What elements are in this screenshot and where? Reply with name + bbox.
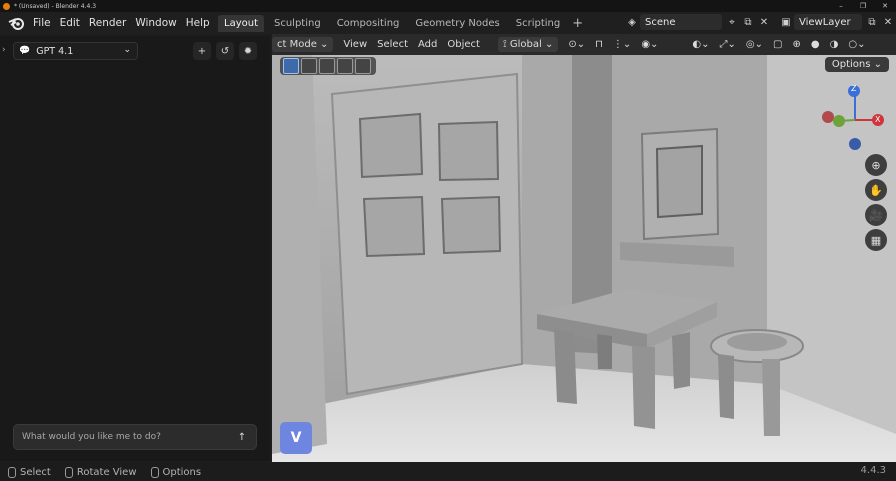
add-workspace-icon[interactable]: + [572, 16, 583, 31]
status-rotate-view: Rotate View [64, 466, 137, 478]
tab-sculpting[interactable]: Sculpting [268, 15, 327, 32]
title-bar: * (Unsaved) - Blender 4.4.3 – ❐ ✕ [0, 0, 896, 12]
chevron-down-icon: ⌄ [123, 45, 131, 55]
box-select-subtract-icon[interactable] [337, 58, 353, 74]
new-scene-icon[interactable]: ⧉ [740, 14, 756, 30]
window-title: * (Unsaved) - Blender 4.4.3 [14, 2, 97, 10]
options-button[interactable]: Options ⌄ [824, 57, 889, 72]
gizmo-x-label: X [875, 115, 881, 124]
right-mouse-icon [150, 466, 159, 478]
tab-layout[interactable]: Layout [218, 15, 264, 32]
menu-window[interactable]: Window [135, 17, 176, 29]
maximize-button[interactable]: ❐ [852, 0, 874, 12]
proportional-edit-icon[interactable]: ◉⌄ [637, 37, 662, 52]
select-tool-icon[interactable] [283, 58, 299, 74]
rendered-shading-icon[interactable]: ○⌄ [844, 37, 869, 52]
workspace-tabs: Layout Sculpting Compositing Geometry No… [218, 15, 583, 32]
view-layer-field[interactable]: ViewLayer [794, 14, 862, 30]
box-select-extend-icon[interactable] [319, 58, 335, 74]
camera-view-icon[interactable]: 🎥 [865, 204, 887, 226]
solid-shading-icon[interactable]: ● [807, 37, 824, 52]
version-label: 4.4.3 [860, 465, 886, 476]
xray-icon[interactable]: ▢ [769, 37, 786, 52]
status-bar: Select Rotate View Options 4.4.3 [0, 463, 896, 481]
delete-scene-icon[interactable]: ✕ [756, 14, 772, 30]
3d-viewport[interactable]: Z X [272, 34, 896, 462]
new-chat-icon[interactable]: + [193, 42, 211, 60]
menu-render[interactable]: Render [89, 17, 126, 29]
scene-type-icon[interactable]: ◈ [624, 14, 640, 30]
prompt-input[interactable]: What would you like me to do? ↑ [13, 424, 257, 450]
scene-name-field[interactable]: Scene [640, 14, 722, 30]
pivot-icon[interactable]: ⊙⌄ [564, 37, 589, 52]
model-label: GPT 4.1 [36, 45, 74, 57]
scene-selector-area: ◈ Scene ⌖ ⧉ ✕ ▣ ViewLayer ⧉ ✕ [624, 13, 896, 31]
gizmo-toggle-icon[interactable]: ⤢⌄ [716, 37, 740, 52]
menu-object[interactable]: Object [443, 37, 484, 52]
selection-mode-tools [280, 57, 376, 75]
left-mouse-icon [8, 466, 16, 478]
new-view-layer-icon[interactable]: ⧉ [864, 14, 880, 30]
box-select-intersect-icon[interactable] [355, 58, 371, 74]
menu-view[interactable]: View [339, 37, 371, 52]
pan-hand-icon[interactable]: ✋ [865, 179, 887, 201]
orientation-dropdown[interactable]: ⟟ Global ⌄ [497, 37, 559, 52]
assistant-panel: › 💬 GPT 4.1 ⌄ + ↺ ✹ What would you like … [0, 36, 270, 461]
perspective-grid-icon[interactable]: ▦ [865, 229, 887, 251]
zoom-icon[interactable]: ⊕ [865, 154, 887, 176]
box-select-new-icon[interactable] [301, 58, 317, 74]
pin-icon[interactable]: ⌖ [724, 14, 740, 30]
blender-logo-icon[interactable] [8, 15, 24, 31]
blender-app-icon [3, 2, 10, 10]
overlay-icon[interactable]: ◎⌄ [742, 37, 767, 52]
menu-edit[interactable]: Edit [60, 17, 80, 29]
wireframe-shading-icon[interactable]: ⊕ [788, 37, 804, 52]
collapse-arrow-icon[interactable]: › [2, 45, 6, 55]
menu-add[interactable]: Add [414, 37, 441, 52]
close-button[interactable]: ✕ [874, 0, 896, 12]
chat-bubble-icon: 💬 [19, 46, 31, 56]
tab-geometry-nodes[interactable]: Geometry Nodes [409, 15, 505, 32]
snap-icon[interactable]: ⊓ [591, 37, 607, 52]
tab-scripting[interactable]: Scripting [510, 15, 566, 32]
prompt-placeholder: What would you like me to do? [22, 432, 161, 442]
assistant-app-logo[interactable]: V [280, 422, 312, 454]
history-icon[interactable]: ↺ [216, 42, 234, 60]
gizmo-z-label: Z [851, 84, 857, 93]
minimize-button[interactable]: – [830, 0, 852, 12]
model-dropdown[interactable]: 💬 GPT 4.1 ⌄ [13, 42, 138, 60]
material-shading-icon[interactable]: ◑ [826, 37, 843, 52]
send-arrow-icon[interactable]: ↑ [234, 429, 250, 445]
mode-dropdown[interactable]: ct Mode ⌄ [272, 37, 334, 52]
status-select: Select [8, 466, 51, 478]
snap-target-icon[interactable]: ⋮⌄ [609, 37, 635, 52]
status-options: Options [150, 466, 201, 478]
view-layer-type-icon[interactable]: ▣ [778, 14, 794, 30]
menu-help[interactable]: Help [186, 17, 210, 29]
menu-file[interactable]: File [33, 17, 51, 29]
scene-render [272, 34, 896, 462]
settings-gear-icon[interactable]: ✹ [239, 42, 257, 60]
view-navigation-buttons: ⊕ ✋ 🎥 ▦ [865, 154, 887, 254]
menu-select[interactable]: Select [373, 37, 412, 52]
tab-compositing[interactable]: Compositing [331, 15, 406, 32]
transform-orientation-icon: ⟟ [502, 39, 507, 50]
delete-view-layer-icon[interactable]: ✕ [880, 14, 896, 30]
visibility-icon[interactable]: ◐⌄ [688, 37, 713, 52]
middle-mouse-icon [64, 466, 73, 478]
viewport-header: ct Mode ⌄ View Select Add Object ⟟ Globa… [272, 34, 896, 55]
